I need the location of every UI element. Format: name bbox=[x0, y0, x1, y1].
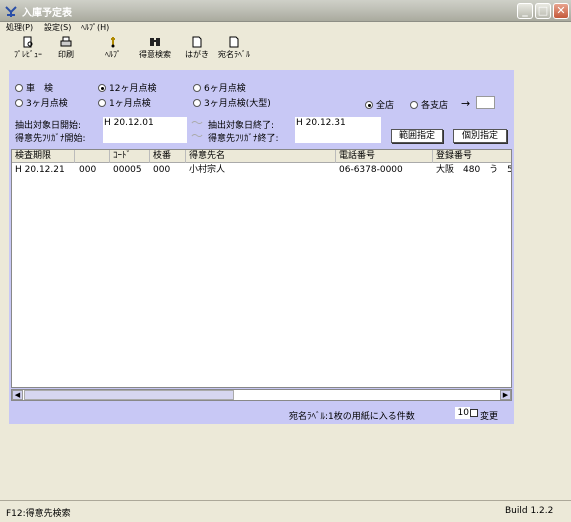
radio-label: 12ヶ月点検 bbox=[109, 84, 157, 94]
preview-button[interactable]: ﾌﾟﾚﾋﾞｭｰ bbox=[10, 36, 46, 60]
maximize-button[interactable]: □ bbox=[535, 3, 551, 19]
col-header[interactable]: 登録番号 bbox=[433, 150, 511, 163]
menu-bar: 処理(P) 設定(S) ﾍﾙﾌﾟ(H) bbox=[0, 22, 571, 34]
branch-code-input[interactable] bbox=[476, 96, 495, 109]
cell-customer-name: 小村宗人 bbox=[189, 165, 226, 175]
customer-search-label: 得意検索 bbox=[139, 50, 171, 59]
table-header: 検査期限 ｺｰﾄﾞ 枝番 得意先名 電話番号 登録番号 bbox=[12, 150, 511, 163]
menu-help[interactable]: ﾍﾙﾌﾟ(H) bbox=[81, 22, 109, 33]
address-label-button[interactable]: 宛名ﾗﾍﾞﾙ bbox=[216, 36, 252, 60]
printer-icon bbox=[60, 36, 72, 47]
radio-dot bbox=[410, 101, 418, 109]
kana-end-label: 得意先ﾌﾘｶﾞﾅ終了: bbox=[208, 134, 279, 144]
cell-code: 00005 bbox=[113, 165, 142, 175]
app-icon bbox=[5, 6, 17, 17]
date-end-label: 抽出対象日終了: bbox=[208, 121, 275, 131]
date-end-input[interactable]: H 20.12.31 bbox=[295, 117, 381, 130]
col-header[interactable]: 得意先名 bbox=[186, 150, 336, 163]
radio-6-month[interactable]: 6ヶ月点検 bbox=[193, 81, 246, 94]
date-start-label: 抽出対象日開始: bbox=[15, 121, 82, 131]
radio-1-month[interactable]: 1ヶ月点検 bbox=[98, 96, 151, 109]
postcard-button[interactable]: はがき bbox=[185, 36, 209, 60]
scroll-left-icon[interactable]: ◀ bbox=[12, 390, 23, 400]
address-label-label: 宛名ﾗﾍﾞﾙ bbox=[218, 50, 250, 59]
radio-shaken[interactable]: 車 検 bbox=[15, 81, 53, 94]
cell-branch: 000 bbox=[153, 165, 171, 175]
help-button[interactable]: ﾍﾙﾌﾟ bbox=[100, 36, 126, 60]
radio-label: 全店 bbox=[376, 101, 395, 111]
preview-icon bbox=[23, 36, 33, 48]
radio-label: 3ヶ月点検(大型) bbox=[204, 99, 271, 109]
status-bar: F12:得意先検索 Build 1.2.2 bbox=[0, 500, 571, 522]
radio-dot bbox=[15, 99, 23, 107]
col-header[interactable]: ｺｰﾄﾞ bbox=[110, 150, 150, 163]
title-bar: 入庫予定表 _ □ ✕ bbox=[0, 0, 571, 22]
radio-label: 6ヶ月点検 bbox=[204, 84, 246, 94]
col-header[interactable]: 枝番 bbox=[150, 150, 186, 163]
minimize-button[interactable]: _ bbox=[517, 3, 533, 19]
status-shortcut: F12:得意先検索 bbox=[6, 509, 71, 519]
change-label: 変更 bbox=[480, 412, 499, 422]
radio-all-stores[interactable]: 全店 bbox=[365, 98, 394, 111]
kana-end-input[interactable] bbox=[295, 130, 381, 143]
arrow-icon: → bbox=[461, 97, 471, 110]
radio-dot bbox=[193, 99, 201, 107]
window-title: 入庫予定表 bbox=[22, 8, 72, 19]
col-header[interactable]: 電話番号 bbox=[336, 150, 433, 163]
postcard-icon bbox=[192, 36, 202, 48]
scroll-right-icon[interactable]: ▶ bbox=[500, 390, 511, 400]
radio-label: 3ヶ月点検 bbox=[26, 99, 68, 109]
label-icon bbox=[229, 36, 239, 48]
horizontal-scrollbar[interactable]: ◀ ▶ bbox=[11, 389, 512, 401]
scroll-thumb[interactable] bbox=[24, 390, 234, 400]
kana-start-label: 得意先ﾌﾘｶﾞﾅ開始: bbox=[15, 134, 86, 144]
close-button[interactable]: ✕ bbox=[553, 3, 569, 19]
radio-label: 1ヶ月点検 bbox=[109, 99, 151, 109]
label-count-input[interactable]: 10 bbox=[455, 407, 470, 419]
change-checkbox[interactable] bbox=[470, 409, 478, 417]
radio-3-month[interactable]: 3ヶ月点検 bbox=[15, 96, 68, 109]
results-table[interactable]: 検査期限 ｺｰﾄﾞ 枝番 得意先名 電話番号 登録番号 H 20.12.21 0… bbox=[11, 149, 512, 388]
date-start-input[interactable]: H 20.12.01 bbox=[103, 117, 187, 130]
help-icon bbox=[111, 37, 115, 48]
help-label: ﾍﾙﾌﾟ bbox=[105, 50, 121, 59]
cell-phone: 06-6378-0000 bbox=[339, 165, 403, 175]
col-header[interactable] bbox=[75, 150, 110, 163]
col-header[interactable]: 検査期限 bbox=[12, 150, 75, 163]
range-button[interactable]: 範囲指定 bbox=[391, 129, 443, 143]
radio-dot bbox=[98, 99, 106, 107]
cell-store: 000 bbox=[79, 165, 97, 175]
menu-settings[interactable]: 設定(S) bbox=[44, 22, 71, 33]
radio-label: 車 検 bbox=[26, 84, 54, 94]
radio-3-month-large[interactable]: 3ヶ月点検(大型) bbox=[193, 96, 271, 109]
label-count-text: 宛名ﾗﾍﾞﾙ:1枚の用紙に入る件数 bbox=[289, 412, 415, 422]
print-label: 印刷 bbox=[58, 50, 74, 59]
tilde-separator: ～ bbox=[191, 129, 204, 143]
customer-search-button[interactable]: 得意検索 bbox=[136, 36, 174, 60]
menu-process[interactable]: 処理(P) bbox=[6, 22, 33, 33]
radio-dot bbox=[193, 84, 201, 92]
status-build: Build 1.2.2 bbox=[505, 506, 554, 516]
kana-start-input[interactable] bbox=[103, 130, 187, 143]
cell-registration: 大阪 480 う 5 bbox=[436, 165, 511, 175]
radio-dot bbox=[98, 84, 106, 92]
binoculars-icon bbox=[150, 38, 160, 46]
radio-dot bbox=[365, 101, 373, 109]
radio-dot bbox=[15, 84, 23, 92]
preview-label: ﾌﾟﾚﾋﾞｭｰ bbox=[14, 50, 42, 59]
radio-label: 各支店 bbox=[421, 101, 449, 111]
toolbar: ﾌﾟﾚﾋﾞｭｰ 印刷 ﾍﾙﾌﾟ 得意検索 はがき 宛名ﾗﾍﾞﾙ bbox=[0, 34, 571, 64]
radio-each-branch[interactable]: 各支店 bbox=[410, 98, 448, 111]
individual-button[interactable]: 個別指定 bbox=[453, 129, 507, 143]
cell-deadline: H 20.12.21 bbox=[15, 165, 65, 175]
postcard-label: はがき bbox=[185, 50, 209, 59]
radio-12-month[interactable]: 12ヶ月点検 bbox=[98, 81, 156, 94]
print-button[interactable]: 印刷 bbox=[56, 36, 76, 60]
